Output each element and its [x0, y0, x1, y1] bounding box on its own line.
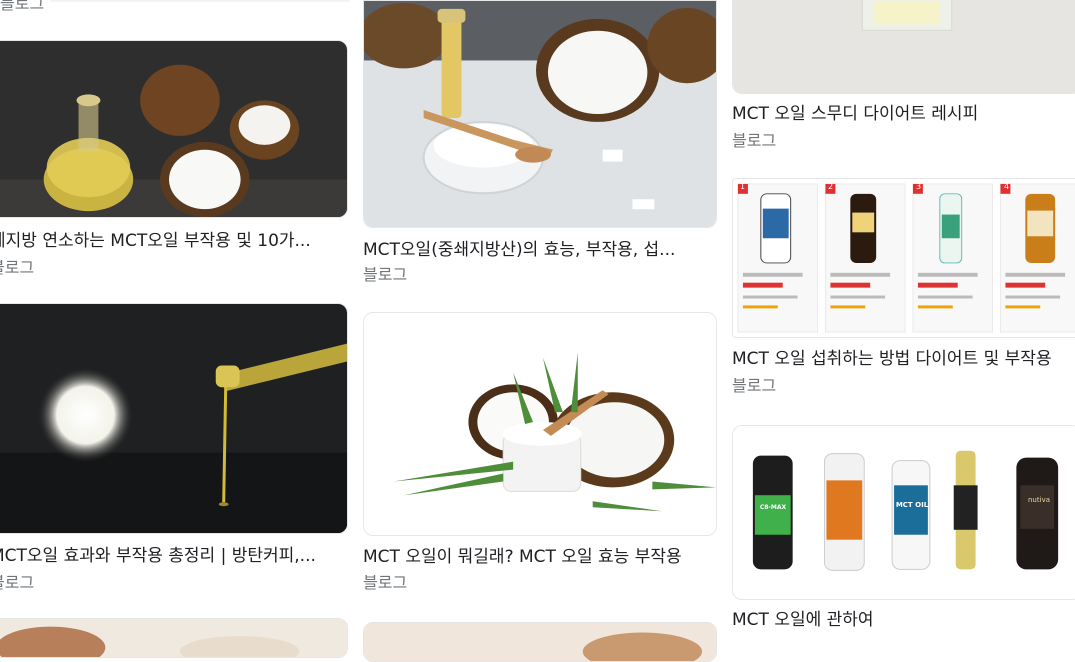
result-title[interactable]: MCT 오일이 뭐길래? MCT 오일 효능 부작용 [363, 546, 713, 568]
bottle-label: C8-MAX [759, 504, 787, 511]
image-result-card[interactable]: MCT오일 효과와 부작용 총정리 | 방탄커피,... 블로그 [0, 303, 348, 603]
result-source: 블로그 [0, 0, 45, 13]
image-result-card[interactable]: MCT오일(중쇄지방산)의 효능, 부작용, 섭... 블로그 [363, 0, 717, 300]
mct-oil-shop-listing-image [733, 179, 1075, 337]
result-thumbnail[interactable] [0, 618, 348, 658]
bottle-label: MCT OIL [895, 501, 929, 509]
result-thumbnail[interactable] [363, 622, 717, 662]
image-result-card[interactable]: 체지방 연소하는 MCT오일 부작용 및 10가... 블로그 [0, 40, 348, 280]
partial-image [364, 623, 716, 661]
rank-badge: 2 [828, 182, 834, 191]
result-thumbnail[interactable] [732, 0, 1075, 94]
result-title[interactable]: MCT오일(중쇄지방산)의 효능, 부작용, 섭... [363, 239, 713, 261]
result-thumbnail[interactable] [0, 303, 348, 534]
result-source: 블로그 [363, 573, 408, 592]
result-source: 블로그 [0, 258, 35, 277]
mct-oil-bottles-image [733, 426, 1075, 599]
rank-badge: 3 [916, 182, 922, 191]
rank-badge: 1 [740, 182, 746, 191]
result-source: 블로그 [732, 131, 777, 150]
smoothie-image [733, 0, 1075, 93]
result-source: 블로그 [732, 376, 777, 395]
coconut-powder-bowl-image [364, 1, 716, 227]
coconut-cream-jar-image [364, 313, 716, 535]
result-source: 블로그 [363, 265, 408, 284]
rank-badge: 4 [1004, 182, 1010, 191]
image-result-card[interactable]: C8-MAX MCT OIL nutiva MCT 오일에 관하여 [732, 425, 1075, 640]
oil-dropper-image [0, 304, 347, 533]
result-title[interactable]: MCT오일 효과와 부작용 총정리 | 방탄커피,... [0, 545, 340, 567]
image-result-card[interactable]: MCT 오일이 뭐길래? MCT 오일 효능 부작용 블로그 [363, 312, 717, 602]
result-thumbnail[interactable] [363, 0, 717, 228]
coconut-oil-bottle-image [0, 41, 347, 217]
image-result-card[interactable]: 1 2 3 4 MCT 오일 섭취하는 방법 다이어트 및 부작용 블로그 [732, 178, 1075, 398]
result-source: 블로그 [0, 573, 35, 592]
bottle-label: nutiva [1028, 496, 1050, 504]
result-title[interactable]: MCT 오일 섭취하는 방법 다이어트 및 부작용 [732, 348, 1075, 370]
result-thumbnail[interactable]: 1 2 3 4 [732, 178, 1075, 338]
result-thumbnail[interactable]: C8-MAX MCT OIL nutiva [732, 425, 1075, 600]
result-thumbnail[interactable] [0, 40, 348, 218]
image-result-card[interactable]: MCT 오일 스무디 다이어트 레시피 블로그 [732, 0, 1075, 160]
result-title[interactable]: 체지방 연소하는 MCT오일 부작용 및 10가... [0, 230, 340, 252]
result-title[interactable]: MCT 오일 스무디 다이어트 레시피 [732, 103, 1072, 125]
result-title[interactable]: MCT 오일에 관하여 [732, 609, 1072, 631]
result-thumbnail[interactable] [363, 312, 717, 536]
divider [50, 0, 350, 2]
partial-image [0, 619, 347, 657]
